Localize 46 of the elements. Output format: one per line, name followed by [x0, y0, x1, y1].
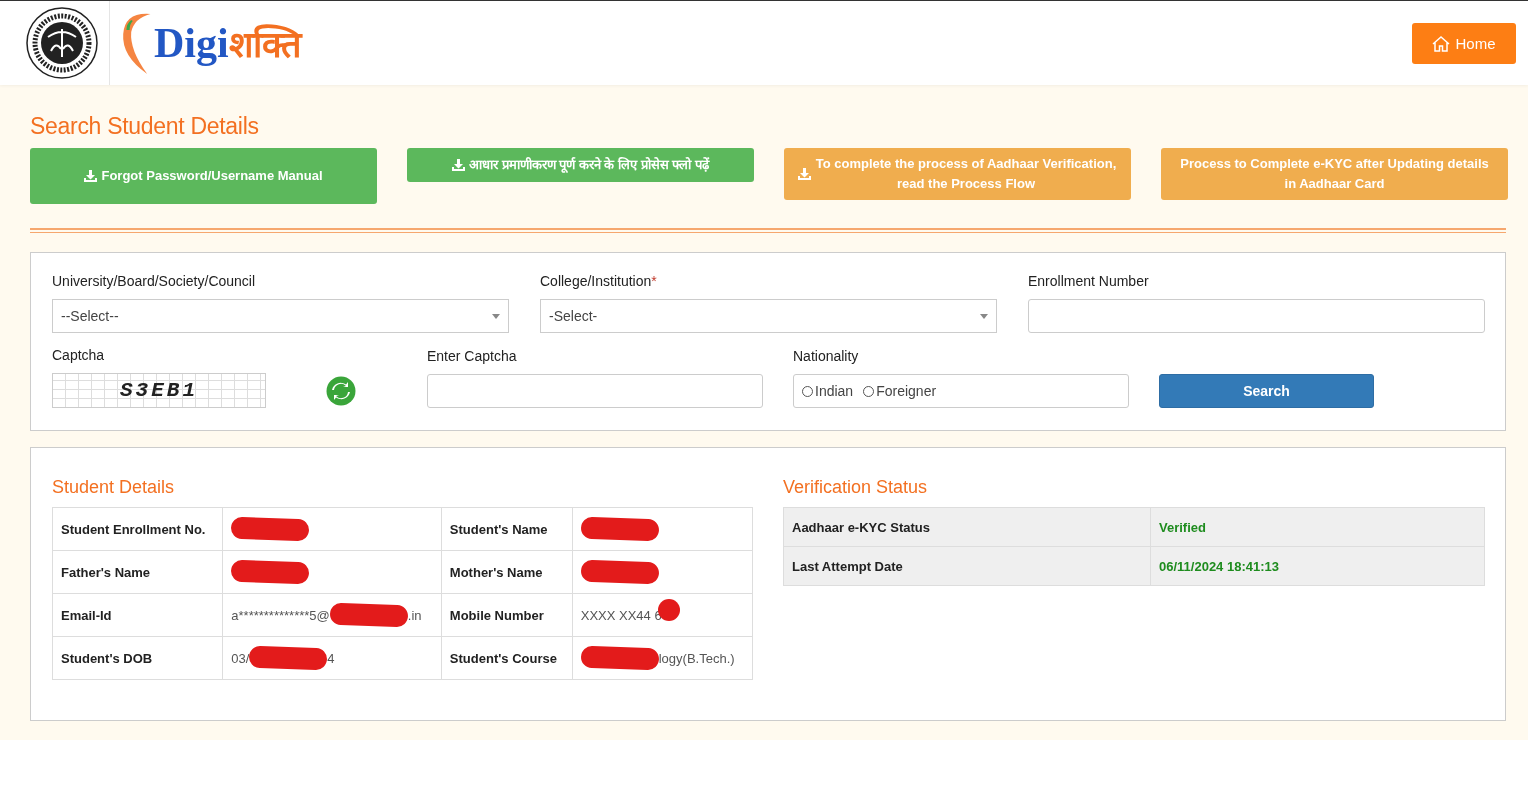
- radio-label: Indian: [815, 383, 854, 399]
- field-label: College/Institution*: [540, 273, 658, 290]
- status-cell: Verified: [1150, 507, 1485, 547]
- emblem-icon: [26, 7, 98, 79]
- table-header-cell: Student's Name: [441, 507, 573, 551]
- table-cell-text: logy(B.Tech.): [658, 650, 735, 666]
- table-header-cell: Student's DOB: [52, 636, 223, 680]
- table-header-cell: Student's Course: [441, 636, 573, 680]
- table-header-cell: Student Enrollment No.: [52, 507, 223, 551]
- enrollment-field[interactable]: [1028, 299, 1485, 333]
- search-button[interactable]: Search: [1159, 374, 1374, 408]
- manual-button[interactable]: आधार प्रमाणीकरण पूर्ण करने के लिए प्रोसेस फ्लो पढ़ें: [407, 148, 754, 182]
- table-cell-text: a**************5@: [231, 607, 330, 623]
- manual-button[interactable]: Process to Complete e-KYC after Updating details in Aadhaar Card: [1161, 148, 1508, 200]
- table-header-cell: Mobile Number: [441, 593, 573, 637]
- status-cell: 06/11/2024 18:41:13: [1150, 546, 1485, 586]
- field-label: Nationality: [793, 348, 860, 365]
- caret-icon: [492, 313, 500, 319]
- radio-label: Foreigner: [876, 383, 937, 399]
- table-cell-text: 03/: [231, 650, 250, 666]
- captcha-image: S3EB1: [52, 373, 266, 408]
- manual-button[interactable]: Forgot Password/Username Manual: [30, 148, 377, 204]
- table-cell-text: .in: [407, 607, 422, 623]
- captcha-field[interactable]: [427, 374, 763, 408]
- section-title: Verification Status: [783, 477, 929, 498]
- select-field[interactable]: -Select-: [540, 299, 997, 333]
- manual-button[interactable]: To complete the process of Aadhaar Verification, read the Process Flow: [784, 148, 1131, 200]
- table-header-cell: Mother's Name: [441, 550, 573, 594]
- refresh-icon[interactable]: [326, 375, 356, 406]
- field-label: Captcha: [52, 347, 106, 364]
- field-label: Enter Captcha: [427, 348, 518, 365]
- caret-icon: [980, 313, 988, 319]
- select-field[interactable]: --Select--: [52, 299, 509, 333]
- field-label: University/Board/Society/Council: [52, 273, 257, 290]
- logo-text: शक्ति: [228, 22, 302, 65]
- logo-text: Digi: [154, 19, 229, 67]
- home-button[interactable]: Home: [1412, 22, 1516, 64]
- home-icon: [1432, 34, 1451, 52]
- table-header-cell: Last Attempt Date: [783, 546, 1151, 586]
- table-cell-text: 4: [327, 650, 335, 666]
- table-header-cell: Email-Id: [52, 593, 223, 637]
- table-header-cell: Aadhaar e-KYC Status: [783, 507, 1151, 547]
- page-title: Search Student Details: [30, 113, 260, 140]
- table-header-cell: Father's Name: [52, 550, 223, 594]
- section-title: Student Details: [52, 477, 176, 498]
- field-label: Enrollment Number: [1028, 273, 1150, 290]
